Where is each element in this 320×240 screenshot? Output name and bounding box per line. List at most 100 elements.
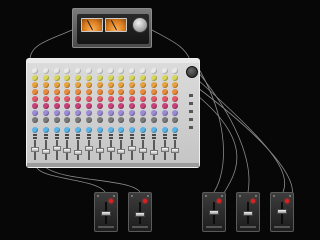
channel-knob[interactable] [140,89,146,95]
channel-fader[interactable] [63,148,72,153]
channel-knob[interactable] [107,82,114,88]
channel-knob[interactable] [129,89,136,95]
channel-knob[interactable] [140,82,146,88]
channel-button[interactable] [141,137,145,139]
channel-button[interactable] [43,137,48,139]
channel-knob[interactable] [86,82,92,88]
channel-knob[interactable] [42,117,49,123]
channel-knob[interactable] [140,103,146,109]
channel-knob[interactable] [96,68,103,74]
channel-knob[interactable] [75,82,82,88]
channel-knob[interactable] [64,110,71,116]
channel-knob[interactable] [118,103,125,109]
channel-button[interactable] [33,134,37,136]
channel-knob[interactable] [118,110,125,116]
channel-button[interactable] [119,134,124,136]
outboard-unit[interactable] [128,192,152,232]
channel-knob[interactable] [161,127,168,133]
outboard-unit[interactable] [202,192,226,232]
channel-knob[interactable] [96,103,103,109]
channel-knob[interactable] [42,75,49,81]
channel-knob[interactable] [150,127,157,133]
channel-knob[interactable] [75,117,82,123]
channel-fader[interactable] [149,149,158,155]
channel-knob[interactable] [118,68,125,74]
channel-knob[interactable] [129,96,136,102]
channel-knob[interactable] [75,68,82,74]
channel-knob[interactable] [107,75,114,81]
channel-knob[interactable] [96,75,103,81]
channel-knob[interactable] [118,117,125,123]
channel-knob[interactable] [42,103,49,109]
channel-knob[interactable] [140,127,146,133]
channel-knob[interactable] [32,68,38,74]
channel-knob[interactable] [86,68,92,74]
channel-fader[interactable] [117,148,126,154]
channel-button[interactable] [87,134,91,136]
channel-knob[interactable] [118,96,125,102]
channel-knob[interactable] [96,117,103,123]
channel-knob[interactable] [107,127,114,133]
channel-knob[interactable] [42,127,49,133]
master-knob[interactable] [186,66,198,78]
outboard-unit[interactable] [236,192,260,232]
channel-knob[interactable] [42,89,49,95]
channel-button[interactable] [87,137,91,139]
channel-knob[interactable] [150,96,157,102]
channel-knob[interactable] [86,96,92,102]
channel-knob[interactable] [32,127,38,133]
channel-fader[interactable] [74,149,83,155]
channel-knob[interactable] [53,127,60,133]
channel-knob[interactable] [86,103,92,109]
channel-knob[interactable] [53,75,60,81]
channel-button[interactable] [97,134,102,136]
channel-knob[interactable] [150,103,157,109]
channel-knob[interactable] [161,75,168,81]
channel-knob[interactable] [118,127,125,133]
channel-knob[interactable] [107,103,114,109]
channel-knob[interactable] [64,75,71,81]
channel-button[interactable] [173,137,178,139]
channel-knob[interactable] [161,89,168,95]
channel-knob[interactable] [107,117,114,123]
channel-fader[interactable] [95,148,104,153]
channel-knob[interactable] [64,117,71,123]
outboard-unit[interactable] [94,192,118,232]
channel-knob[interactable] [32,89,38,95]
channel-knob[interactable] [53,96,60,102]
channel-button[interactable] [65,134,70,136]
channel-button[interactable] [33,137,37,139]
channel-knob[interactable] [172,127,179,133]
channel-knob[interactable] [86,127,92,133]
channel-knob[interactable] [75,96,82,102]
rack-knob[interactable] [132,17,148,33]
channel-knob[interactable] [53,82,60,88]
channel-knob[interactable] [53,103,60,109]
channel-knob[interactable] [129,82,136,88]
channel-knob[interactable] [161,117,168,123]
channel-knob[interactable] [172,82,179,88]
channel-knob[interactable] [140,110,146,116]
channel-fader[interactable] [171,148,180,153]
channel-knob[interactable] [53,110,60,116]
channel-knob[interactable] [107,89,114,95]
channel-knob[interactable] [172,110,179,116]
outboard-unit[interactable] [270,192,294,232]
channel-knob[interactable] [75,103,82,109]
channel-fader[interactable] [85,146,93,152]
channel-button[interactable] [151,134,156,136]
channel-knob[interactable] [129,103,136,109]
channel-knob[interactable] [32,96,38,102]
channel-fader[interactable] [160,147,169,153]
channel-knob[interactable] [161,68,168,74]
channel-knob[interactable] [129,117,136,123]
channel-knob[interactable] [150,75,157,81]
channel-knob[interactable] [129,75,136,81]
channel-knob[interactable] [64,82,71,88]
channel-knob[interactable] [140,75,146,81]
unit-fader[interactable] [243,211,253,216]
channel-knob[interactable] [118,89,125,95]
channel-fader[interactable] [31,147,39,153]
channel-knob[interactable] [86,110,92,116]
channel-knob[interactable] [42,68,49,74]
